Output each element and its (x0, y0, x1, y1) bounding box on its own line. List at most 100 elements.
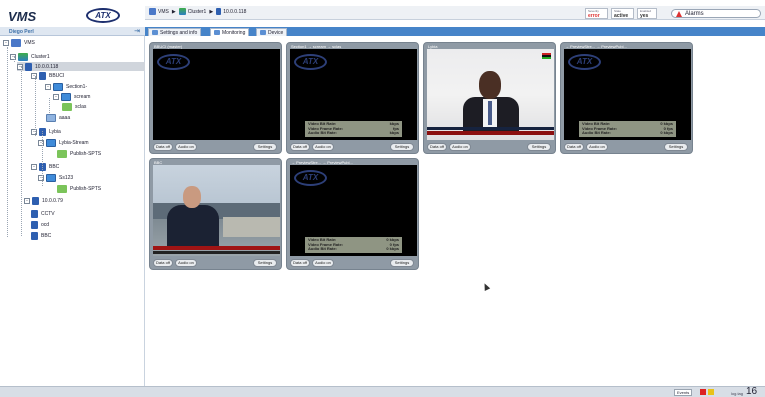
logout-icon[interactable]: ⇥ (134, 27, 140, 35)
stat-value: 0 kbps (660, 130, 673, 136)
data-off-button[interactable]: Data off (427, 143, 447, 151)
events-button[interactable]: Events (674, 389, 693, 396)
data-off-button[interactable]: Data off (290, 259, 310, 267)
settings-button[interactable]: Settings (390, 143, 414, 151)
breadcrumb-vms[interactable]: VMS (158, 9, 169, 15)
src-icon (46, 113, 56, 122)
collapse-toggle-icon[interactable]: - (3, 39, 9, 46)
tree-node[interactable]: - 10.0.0.79 (24, 196, 63, 205)
data-off-button[interactable]: Data off (153, 143, 173, 151)
user-name[interactable]: Diego Perl (9, 29, 34, 35)
tree-node-label: Ss123 (59, 174, 74, 181)
tab-monitoring[interactable]: Monitoring (210, 28, 250, 36)
collapse-toggle-icon[interactable]: - (31, 72, 37, 79)
tree-node[interactable]: - Lybia-Stream (38, 138, 89, 147)
tree-connector (14, 56, 15, 62)
channel-icon (61, 92, 71, 101)
app-title: VMS (8, 9, 37, 24)
site-icon (18, 52, 28, 61)
video-preview[interactable] (153, 165, 280, 256)
tree-node[interactable]: - Cluster1 (10, 52, 50, 61)
tree-node[interactable]: - scream (53, 92, 90, 101)
video-tile: → PreviewStre... → PreviewPubl... ATX Vide… (560, 42, 693, 154)
left-header: VMS ATX Diego Perl ⇥ (0, 0, 145, 36)
vms-icon (149, 8, 156, 15)
tab-settings-info[interactable]: Settings and info (148, 28, 202, 36)
status-state: State active (611, 8, 634, 19)
tree-node[interactable]: sclas (62, 102, 86, 111)
data-off-button[interactable]: Data off (153, 259, 173, 267)
tree-node-label: scream (74, 93, 91, 100)
atx-logo: ATX (157, 54, 190, 70)
tree-node[interactable]: aaaa (46, 113, 70, 122)
tab-label: Monitoring (222, 29, 246, 36)
server-icon (31, 220, 38, 229)
breadcrumb-server[interactable]: 10.0.0.118 (223, 9, 246, 15)
collapse-toggle-icon[interactable]: - (53, 93, 59, 100)
news-report-image (153, 165, 280, 256)
data-off-button[interactable]: Data off (290, 143, 310, 151)
warning-indicator-icon (708, 389, 714, 395)
tree-node-label: Publish-SPTS (70, 150, 102, 157)
stat-row: Audio Bit Rate: 0 kbps (308, 247, 399, 252)
video-preview[interactable]: ATX (153, 49, 280, 140)
collapse-toggle-icon[interactable]: - (10, 53, 16, 60)
tree-node[interactable]: BBC (31, 231, 51, 240)
collapse-toggle-icon[interactable]: - (38, 174, 44, 181)
tree-node[interactable]: Publish-SPTS (57, 184, 101, 193)
alarms-button[interactable]: Alarms (671, 9, 761, 18)
tree-node-label: Lybia-Stream (59, 139, 89, 146)
error-indicator-icon (700, 389, 706, 395)
audio-on-button[interactable]: Audio on (312, 259, 334, 267)
tree-node-label: ocd (41, 221, 50, 228)
collapse-toggle-icon[interactable]: - (31, 128, 37, 135)
tree-node[interactable]: - Ss123 (38, 173, 73, 182)
video-tile: BBC Data off Audio on Settings (149, 158, 282, 270)
tree-node[interactable]: CCTV (31, 209, 55, 218)
video-preview[interactable] (427, 49, 554, 140)
alarm-warning-icon (676, 10, 682, 17)
video-preview[interactable]: ATX Video Bit Rate: kbps Video Frame Rate: f… (290, 49, 417, 140)
data-off-button[interactable]: Data off (564, 143, 584, 151)
tree-node[interactable]: - BBC (31, 162, 59, 171)
channel-icon (46, 173, 56, 182)
audio-on-button[interactable]: Audio on (175, 143, 197, 151)
audio-on-button[interactable]: Audio on (175, 259, 197, 267)
collapse-toggle-icon[interactable]: - (17, 63, 23, 70)
alarms-label: Alarms (685, 10, 704, 17)
tree-node[interactable]: Publish-SPTS (57, 149, 101, 158)
settings-button[interactable]: Settings (253, 259, 277, 267)
video-preview[interactable]: ATX Video Bit Rate: 0 kbps Video Frame Rate… (564, 49, 691, 140)
tree-node[interactable]: - 10.0.0.118 (17, 62, 157, 71)
settings-button[interactable]: Settings (664, 143, 688, 151)
tabs-bar: Settings and info Monitoring Device (145, 27, 765, 36)
breadcrumb-cluster[interactable]: Cluster1 (188, 9, 207, 15)
audio-on-button[interactable]: Audio on (312, 143, 334, 151)
settings-button[interactable]: Settings (253, 143, 277, 151)
settings-button[interactable]: Settings (527, 143, 551, 151)
news-anchor-image (427, 49, 554, 140)
video-tile: Lybia Data off Audio on Settings (423, 42, 556, 154)
tree-node[interactable]: - VMS (3, 38, 35, 47)
breadcrumb: VMS ▶ Cluster1 ▶ 10.0.0.118 (149, 8, 246, 15)
audio-on-button[interactable]: Audio on (449, 143, 471, 151)
settings-button[interactable]: Settings (390, 259, 414, 267)
tree-connector (35, 76, 36, 136)
audio-on-button[interactable]: Audio on (586, 143, 608, 151)
tree-node[interactable]: ocd (31, 220, 49, 229)
collapse-toggle-icon[interactable]: - (31, 163, 37, 170)
video-preview[interactable]: ATX Video Bit Rate: 0 kbps Video Frame Rate… (290, 165, 417, 256)
collapse-toggle-icon[interactable]: - (24, 197, 30, 204)
tab-device[interactable]: Device (256, 28, 288, 36)
collapse-toggle-icon[interactable]: - (45, 83, 51, 90)
tree-node-label: 10.0.0.118 (35, 63, 59, 70)
collapse-toggle-icon[interactable]: - (38, 139, 44, 146)
tree-node-label: sclas (75, 103, 87, 110)
tree-node[interactable]: - Section1- (45, 82, 87, 91)
tag-label: log.tag (731, 391, 744, 396)
user-bar: Diego Perl ⇥ (0, 27, 145, 36)
stream-stats: Video Bit Rate: kbps Video Frame Rate: fps A… (305, 121, 402, 137)
tree-node-label: CCTV (41, 210, 55, 217)
stat-label: Audio Bit Rate: (308, 130, 337, 136)
tree-node-label: VMS (24, 39, 35, 46)
